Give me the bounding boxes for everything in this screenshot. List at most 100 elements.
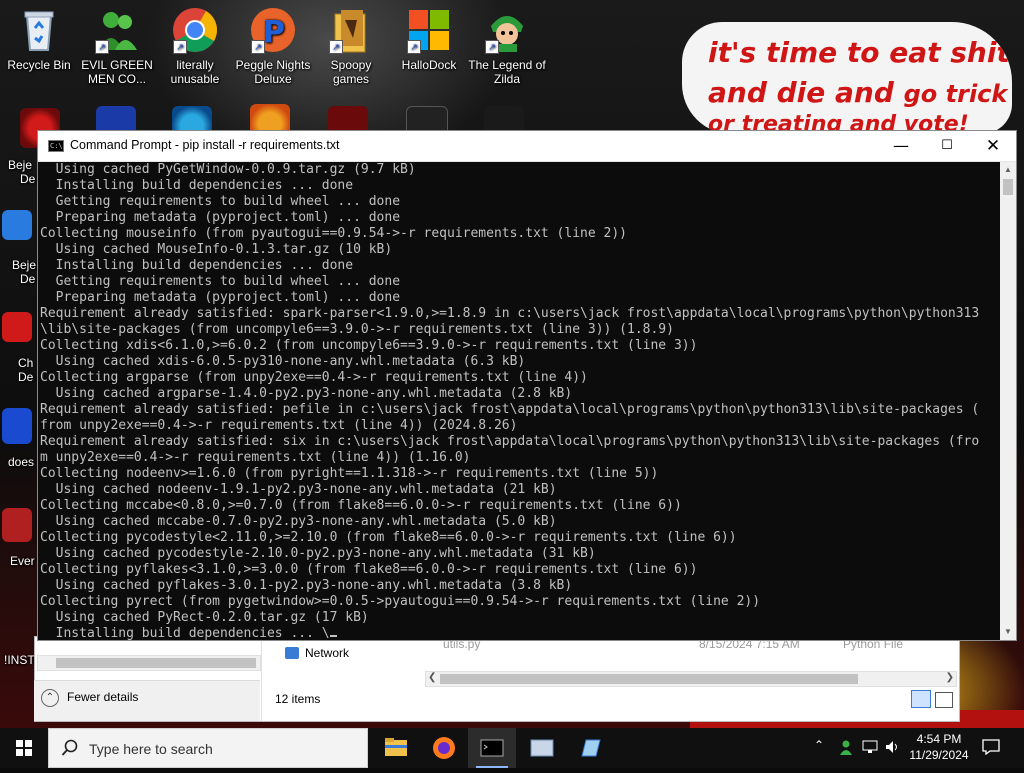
zelda-icon: ↗ xyxy=(483,6,531,54)
close-button[interactable]: ✕ xyxy=(970,131,1016,161)
console-line: Getting requirements to build wheel ... … xyxy=(40,274,401,289)
console-line: Using cached argparse-1.4.0-py2.py3-none… xyxy=(40,386,573,401)
app-window-icon xyxy=(530,739,554,757)
file-explorer-icon xyxy=(385,738,407,756)
shortcut-arrow-icon: ↗ xyxy=(251,40,265,54)
console-line: Preparing metadata (pyproject.toml) ... … xyxy=(40,210,401,225)
desktop-label-fragment: De xyxy=(20,172,36,186)
console-line: Collecting mouseinfo (from pyautogui==0.… xyxy=(40,226,627,241)
wallpaper-meme-banner: it's time to eat shit and die and go tri… xyxy=(682,22,1012,134)
console-line: Requirement already satisfied: six in c:… xyxy=(40,434,980,449)
desktop-icon-recycle-bin[interactable]: Recycle Bin xyxy=(0,0,78,72)
fewer-details-bar[interactable]: ⌃ Fewer details xyxy=(34,680,260,721)
console-line: Requirement already satisfied: spark-par… xyxy=(40,306,980,321)
console-line: Using cached PyRect-0.2.0.tar.gz (17 kB) xyxy=(40,610,369,625)
console-line: \lib\site-packages (from uncompyle6==3.9… xyxy=(40,322,674,337)
firefox-icon xyxy=(433,737,455,759)
console-line: Using cached nodeenv-1.9.1-py2.py3-none-… xyxy=(40,482,557,497)
nav-item-network[interactable]: Network xyxy=(285,646,349,660)
console-line: Using cached xdis-6.0.5-py310-none-any.w… xyxy=(40,354,526,369)
console-line: Using cached pycodestyle-2.10.0-py2.py3-… xyxy=(40,546,596,561)
shortcut-arrow-icon: ↗ xyxy=(485,40,499,54)
details-view-icon[interactable] xyxy=(911,690,931,708)
scroll-right-arrow-icon[interactable]: ❯ xyxy=(946,672,954,683)
desktop-icon-evil-green-men[interactable]: ↗ EVIL GREEN MEN CO... xyxy=(78,0,156,86)
minimize-button[interactable]: — xyxy=(878,131,924,161)
shortcut-arrow-icon: ↗ xyxy=(329,40,343,54)
console-vertical-scrollbar[interactable]: ▲ ▼ xyxy=(1000,162,1016,640)
item-count-status: 12 items xyxy=(275,692,321,706)
desktop-label-fragment: !INST xyxy=(4,653,35,667)
notepad-icon xyxy=(581,739,601,757)
console-line: Installing build dependencies ... \ xyxy=(40,626,1000,640)
window-title: Command Prompt - pip install -r requirem… xyxy=(70,138,340,152)
shortcut-arrow-icon: ↗ xyxy=(407,40,421,54)
search-placeholder: Type here to search xyxy=(89,741,213,757)
desktop-icon-label: EVIL GREEN MEN CO... xyxy=(81,58,153,86)
console-line: Getting requirements to build wheel ... … xyxy=(40,194,401,209)
meme-line-1: it's time to eat shit xyxy=(708,36,1010,69)
console-line: Requirement already satisfied: pefile in… xyxy=(40,402,980,417)
scrollbar-thumb[interactable] xyxy=(1003,179,1013,195)
large-icons-view-icon[interactable] xyxy=(935,692,953,708)
app-shortcut-icon xyxy=(2,408,32,444)
console-line: Using cached PyGetWindow-0.0.9.tar.gz (9… xyxy=(40,162,416,177)
bejeweled-icon xyxy=(2,210,32,240)
desktop-icon-label: Spoopy games xyxy=(330,58,372,86)
console-line: Installing build dependencies ... done xyxy=(40,178,354,193)
windows-logo-icon: ↗ xyxy=(405,6,453,54)
taskbar-command-prompt[interactable] xyxy=(468,728,516,768)
app-shortcut-icon xyxy=(2,508,32,542)
console-output[interactable]: Using cached PyGetWindow-0.0.9.tar.gz (9… xyxy=(40,162,1000,640)
taskbar-file-explorer[interactable] xyxy=(372,728,420,768)
taskbar: Type here to search ⌃ 4:54 PM 11/29/2024 xyxy=(0,728,1024,768)
scroll-up-arrow-icon[interactable]: ▲ xyxy=(1000,162,1016,178)
taskbar-search-box[interactable]: Type here to search xyxy=(48,728,368,768)
console-line: Using cached MouseInfo-0.1.3.tar.gz (10 … xyxy=(40,242,393,257)
desktop-icon-peggle[interactable]: P ↗ Peggle Nights Deluxe xyxy=(234,0,312,86)
desktop-label-fragment: Ch xyxy=(18,356,34,370)
taskbar-clock[interactable]: 4:54 PM 11/29/2024 xyxy=(905,731,973,763)
chrome-icon xyxy=(2,312,32,342)
desktop-label-fragment: Ever xyxy=(10,554,35,568)
volume-icon[interactable] xyxy=(884,739,900,755)
peggle-icon: P ↗ xyxy=(249,6,297,54)
maximize-button[interactable]: ☐ xyxy=(924,131,970,161)
taskbar-app[interactable] xyxy=(518,728,566,768)
desktop-label-fragment: De xyxy=(18,370,34,384)
console-line: Using cached pyflakes-3.0.1-py2.py3-none… xyxy=(40,578,573,593)
command-prompt-window[interactable]: C:\ Command Prompt - pip install -r requ… xyxy=(37,130,1017,641)
desktop-icon-spoopy-games[interactable]: ↗ Spoopy games xyxy=(312,0,390,86)
console-line: Collecting mccabe<0.8.0,>=0.7.0 (from fl… xyxy=(40,498,682,513)
show-hidden-icons-chevron-icon[interactable]: ⌃ xyxy=(814,738,824,752)
desktop-icon-chrome[interactable]: ↗ literally unusable xyxy=(156,0,234,86)
scroll-down-arrow-icon[interactable]: ▼ xyxy=(1000,624,1016,640)
meme-line-2a: and die and xyxy=(708,76,894,109)
console-line: Preparing metadata (pyproject.toml) ... … xyxy=(40,290,401,305)
network-icon xyxy=(285,647,299,659)
taskbar-notepad[interactable] xyxy=(566,728,614,768)
nav-item-label: Network xyxy=(305,646,350,660)
scroll-left-arrow-icon[interactable]: ❮ xyxy=(428,672,436,683)
user-people-icon[interactable] xyxy=(838,739,854,755)
desktop-icon-hallodock[interactable]: ↗ HalloDock xyxy=(390,0,468,72)
network-icon[interactable] xyxy=(862,739,878,755)
console-line: m unpy2exe==0.4->-r requirements.txt (li… xyxy=(40,450,471,465)
notifications-icon[interactable] xyxy=(982,739,1000,756)
desktop-label-fragment: Beje xyxy=(12,258,37,272)
desktop-icon-legend-of-zilda[interactable]: ↗ The Legend of Zilda xyxy=(468,0,546,86)
desktop-icon-label: HalloDock xyxy=(401,58,457,72)
desktop-label-fragment: Beje xyxy=(8,158,33,172)
file-list-horizontal-scrollbar[interactable]: ❮ ❯ xyxy=(425,671,957,687)
fewer-details-label: Fewer details xyxy=(67,690,139,704)
nav-pane-horizontal-scrollbar[interactable] xyxy=(37,655,261,671)
clock-date: 11/29/2024 xyxy=(909,748,969,762)
window-titlebar[interactable]: C:\ Command Prompt - pip install -r requ… xyxy=(38,131,1016,162)
console-line: Collecting pycodestyle<2.11.0,>=2.10.0 (… xyxy=(40,530,737,545)
desktop-label-fragment: does xyxy=(8,455,35,469)
desktop-label-fragment: De xyxy=(20,272,36,286)
text-cursor xyxy=(329,635,337,637)
start-button[interactable] xyxy=(0,728,48,768)
console-line: Collecting pyrect (from pygetwindow>=0.0… xyxy=(40,594,761,609)
taskbar-firefox[interactable] xyxy=(420,728,468,768)
